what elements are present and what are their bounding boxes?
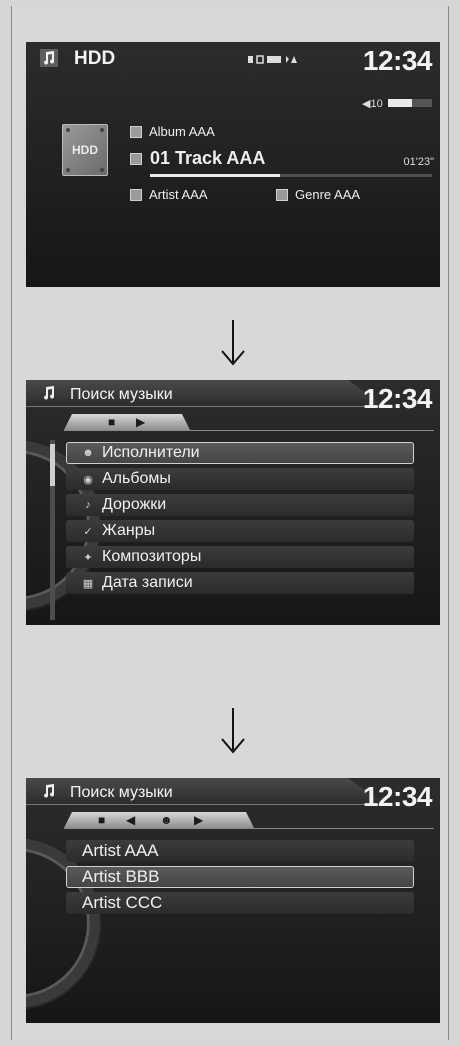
artist-list: Artist AAA Artist BBB Artist CCC — [66, 840, 414, 918]
genres-icon: ✓ — [83, 525, 93, 538]
hdd-tab-icon: ■ — [98, 813, 106, 827]
list-item-artist-selected[interactable]: Artist BBB — [66, 866, 414, 888]
volume-label: ◀10 — [362, 98, 383, 110]
album-name: Album AAA — [149, 124, 215, 139]
audio-source-label: HDD — [74, 48, 116, 69]
play-left-icon: ◀ — [126, 813, 136, 827]
volume-bar — [388, 99, 432, 107]
scroll-thumb[interactable] — [50, 444, 55, 486]
composers-icon: ✦ — [83, 551, 93, 564]
list-item-label: Дата записи — [102, 574, 193, 591]
list-item-artist[interactable]: Artist CCC — [66, 892, 414, 914]
album-icon — [130, 125, 142, 138]
category-tab-row: ■ ◀ ☻ ▶ — [64, 812, 434, 829]
list-item-label: Композиторы — [102, 548, 202, 565]
music-note-icon — [44, 386, 55, 400]
artist-name: Artist AAA — [149, 187, 208, 202]
list-item-tracks[interactable]: ♪ Дорожки — [66, 494, 414, 516]
hdd-source-icon: HDD — [62, 124, 108, 176]
list-item-label: Жанры — [102, 522, 156, 539]
album-row: Album AAA — [130, 124, 215, 139]
list-item-artists[interactable]: ☻ Исполнители — [66, 442, 414, 464]
status-bar: HDD 12:34 — [26, 42, 440, 76]
list-item-label: Artist AAA — [82, 841, 159, 860]
status-indicators-icon — [248, 55, 297, 64]
record-date-icon: ▦ — [82, 577, 94, 590]
screen-title: Поиск музыки — [70, 386, 173, 403]
tracks-icon: ♪ — [85, 499, 91, 511]
down-arrow-icon — [221, 708, 245, 754]
track-row: 01 Track AAA — [130, 148, 265, 169]
artists-icon: ☻ — [82, 447, 94, 459]
genre-icon — [276, 188, 288, 201]
list-item-label: Artist BBB — [82, 867, 160, 886]
elapsed-time: 01'23" — [403, 156, 434, 168]
clock: 12:34 — [362, 45, 433, 76]
music-note-icon — [44, 784, 55, 798]
genre-name: Genre AAA — [295, 187, 361, 202]
clock: 12:34 — [362, 781, 433, 812]
play-right-icon: ▶ — [194, 813, 204, 827]
list-item-composers[interactable]: ✦ Композиторы — [66, 546, 414, 568]
clock: 12:34 — [362, 383, 433, 414]
screen-title: Поиск музыки — [70, 784, 173, 801]
track-progress-fill — [150, 174, 280, 177]
hdd-badge-text: HDD — [72, 143, 98, 157]
artist-list-screen: Поиск музыки 12:34 ■ ◀ ☻ ▶ Artist AAA Ar… — [26, 778, 440, 1023]
hdd-tab-icon: ■ — [108, 415, 116, 429]
list-item-albums[interactable]: ◉ Альбомы — [66, 468, 414, 490]
artist-icon — [130, 188, 142, 201]
genre-row: Genre AAA — [276, 187, 360, 202]
list-item-label: Исполнители — [102, 444, 200, 461]
list-item-record-date[interactable]: ▦ Дата записи — [66, 572, 414, 594]
hdd-tab[interactable]: ■ ▶ — [64, 414, 190, 430]
list-item-label: Альбомы — [102, 470, 171, 487]
albums-icon: ◉ — [83, 473, 93, 486]
volume-bar-fill — [388, 99, 413, 107]
list-item-artist[interactable]: Artist AAA — [66, 840, 414, 862]
artists-tab[interactable]: ■ ◀ ☻ ▶ — [64, 812, 254, 828]
search-category-list: ☻ Исполнители ◉ Альбомы ♪ Дорожки ✓ Жанр… — [66, 442, 414, 598]
list-item-label: Дорожки — [102, 496, 167, 513]
music-search-screen: Поиск музыки 12:34 ■ ▶ ☻ Исполнители ◉ А… — [26, 380, 440, 625]
list-item-label: Artist CCC — [82, 893, 163, 912]
artists-tab-icon: ☻ — [160, 813, 173, 827]
track-icon — [130, 152, 142, 165]
list-item-genres[interactable]: ✓ Жанры — [66, 520, 414, 542]
category-tab-row: ■ ▶ — [64, 414, 434, 431]
now-playing-screen: HDD 12:34 ◀10 HDD Album AAA 01 Track AAA… — [26, 42, 440, 287]
play-right-icon: ▶ — [136, 415, 146, 429]
artist-row: Artist AAA — [130, 187, 208, 202]
music-note-icon — [40, 49, 58, 67]
track-title: 01 Track AAA — [150, 148, 266, 168]
down-arrow-icon — [221, 320, 245, 366]
track-progress-bar — [150, 174, 432, 177]
